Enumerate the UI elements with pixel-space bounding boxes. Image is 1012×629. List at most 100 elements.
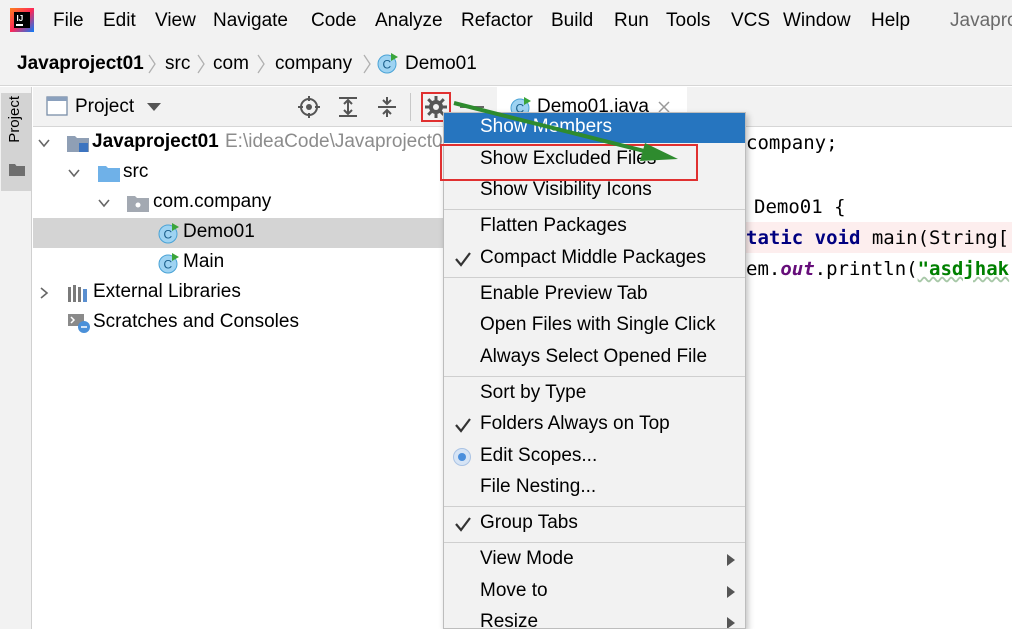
- chevron-down-icon[interactable]: [67, 166, 81, 180]
- code-static-field: out: [780, 258, 815, 280]
- code-text: em.: [746, 258, 781, 280]
- java-class-icon: C: [377, 53, 398, 74]
- menu-item-label: Enable Preview Tab: [480, 283, 648, 304]
- chevron-down-icon[interactable]: [97, 196, 111, 210]
- project-tool-label: Project: [6, 96, 23, 143]
- menu-file[interactable]: File: [53, 10, 84, 32]
- tree-item-label: Javaproject01: [92, 131, 219, 152]
- menu-analyze[interactable]: Analyze: [375, 10, 443, 32]
- chevron-right-icon: [197, 54, 205, 74]
- svg-text:C: C: [383, 58, 392, 72]
- menu-item-label: Resize: [480, 611, 539, 629]
- menu-item-label: Open Files with Single Click: [480, 314, 716, 335]
- menu-item-label: Show Visibility Icons: [480, 179, 652, 200]
- menu-item-move-to[interactable]: Move to: [444, 577, 745, 607]
- menu-item-always-select-opened-file[interactable]: Always Select Opened File: [444, 343, 745, 373]
- menu-edit[interactable]: Edit: [103, 10, 136, 32]
- menu-tools[interactable]: Tools: [666, 10, 710, 32]
- module-folder-icon: [67, 136, 89, 152]
- svg-text:C: C: [164, 228, 173, 242]
- locate-file-icon[interactable]: [297, 95, 321, 119]
- menu-code[interactable]: Code: [311, 10, 356, 32]
- tree-item-label: com.company: [153, 191, 272, 212]
- tree-item-src[interactable]: src: [33, 158, 443, 188]
- collapse-all-icon[interactable]: [375, 95, 399, 119]
- tree-item-package[interactable]: com.company: [33, 188, 443, 218]
- menu-item-sort-by-type[interactable]: Sort by Type: [444, 379, 745, 409]
- menu-item-flatten-packages[interactable]: Flatten Packages: [444, 212, 745, 242]
- breadcrumb-demo01[interactable]: Demo01: [405, 53, 477, 75]
- svg-text:C: C: [164, 258, 173, 272]
- menu-run[interactable]: Run: [614, 10, 649, 32]
- tree-item-project[interactable]: Javaproject01 E:\ideaCode\Javaproject0: [33, 128, 443, 158]
- menu-item-label: View Mode: [480, 548, 574, 569]
- menu-separator: [444, 277, 745, 278]
- menu-item-folders-always-on-top[interactable]: Folders Always on Top: [444, 410, 745, 440]
- svg-text:IJ: IJ: [17, 14, 24, 23]
- menu-separator: [444, 209, 745, 210]
- breadcrumb-company[interactable]: company: [275, 53, 352, 75]
- toolbar-divider: [410, 93, 411, 121]
- chevron-right-icon: [257, 54, 265, 74]
- breadcrumb-com[interactable]: com: [213, 53, 249, 75]
- expand-all-icon[interactable]: [336, 95, 360, 119]
- breadcrumb-src[interactable]: src: [165, 53, 190, 75]
- package-icon: [127, 196, 149, 212]
- annotation-arrow-icon: [453, 101, 678, 161]
- tree-item-main[interactable]: C Main: [33, 248, 443, 278]
- intellij-logo-icon: IJ: [10, 8, 34, 32]
- menu-item-compact-middle-packages[interactable]: Compact Middle Packages: [444, 244, 745, 274]
- chevron-down-icon[interactable]: [147, 102, 161, 112]
- submenu-arrow-icon: [727, 554, 735, 566]
- code-line[interactable]: Demo01 {: [754, 196, 846, 218]
- code-text: .println(: [814, 258, 918, 280]
- menu-separator: [444, 376, 745, 377]
- menu-view[interactable]: View: [155, 10, 196, 32]
- menu-item-file-nesting[interactable]: File Nesting...: [444, 473, 745, 503]
- tree-item-label: External Libraries: [93, 281, 241, 302]
- scratches-icon: [68, 314, 90, 333]
- menu-item-enable-preview-tab[interactable]: Enable Preview Tab: [444, 280, 745, 310]
- code-line[interactable]: em.out.println("asdjhak: [746, 258, 1009, 280]
- menu-separator: [444, 542, 745, 543]
- menu-vcs[interactable]: VCS: [731, 10, 770, 32]
- menu-window[interactable]: Window: [783, 10, 851, 32]
- tree-item-scratches[interactable]: Scratches and Consoles: [33, 308, 443, 338]
- tree-item-label: Main: [183, 251, 225, 272]
- code-line[interactable]: company;: [746, 132, 838, 154]
- chevron-right-icon[interactable]: [37, 286, 51, 300]
- menu-refactor[interactable]: Refactor: [461, 10, 533, 32]
- breadcrumb-project[interactable]: Javaproject01: [17, 53, 144, 75]
- tree-item-external-libraries[interactable]: External Libraries: [33, 278, 443, 308]
- tree-item-label: Scratches and Consoles: [93, 311, 299, 332]
- tree-item-label: src: [123, 161, 149, 182]
- java-class-icon: C: [158, 253, 179, 274]
- chevron-right-icon: [148, 54, 156, 74]
- menu-item-label: Move to: [480, 580, 548, 601]
- menu-item-group-tabs[interactable]: Group Tabs: [444, 509, 745, 539]
- libraries-icon: [68, 285, 87, 302]
- tree-item-demo01[interactable]: C Demo01: [33, 218, 443, 248]
- menu-item-view-mode[interactable]: View Mode: [444, 545, 745, 575]
- code-line[interactable]: tatic void main(String[: [746, 227, 1009, 249]
- menu-help[interactable]: Help: [871, 10, 910, 32]
- project-panel-title[interactable]: Project: [75, 96, 134, 118]
- chevron-down-icon[interactable]: [37, 136, 51, 150]
- submenu-arrow-icon: [727, 617, 735, 628]
- tree-item-label: Demo01: [183, 221, 255, 242]
- radio-selected-icon: [453, 448, 471, 466]
- project-view-icon: [46, 96, 68, 116]
- menu-build[interactable]: Build: [551, 10, 593, 32]
- source-folder-icon: [98, 166, 120, 182]
- menu-item-label: Compact Middle Packages: [480, 247, 706, 268]
- menu-bar: IJ File Edit View Navigate Code Analyze …: [0, 0, 1012, 44]
- checkmark-icon: [455, 252, 471, 267]
- menu-item-resize[interactable]: Resize: [444, 608, 745, 629]
- menu-navigate[interactable]: Navigate: [213, 10, 288, 32]
- menu-item-edit-scopes[interactable]: Edit Scopes...: [444, 442, 745, 472]
- code-text: main(String[: [860, 227, 1010, 249]
- menu-item-open-files-single-click[interactable]: Open Files with Single Click: [444, 311, 745, 341]
- checkmark-icon: [455, 517, 471, 532]
- code-keyword: tatic void: [746, 227, 861, 249]
- gear-options-menu: Show Members Show Excluded Files Show Vi…: [443, 112, 746, 629]
